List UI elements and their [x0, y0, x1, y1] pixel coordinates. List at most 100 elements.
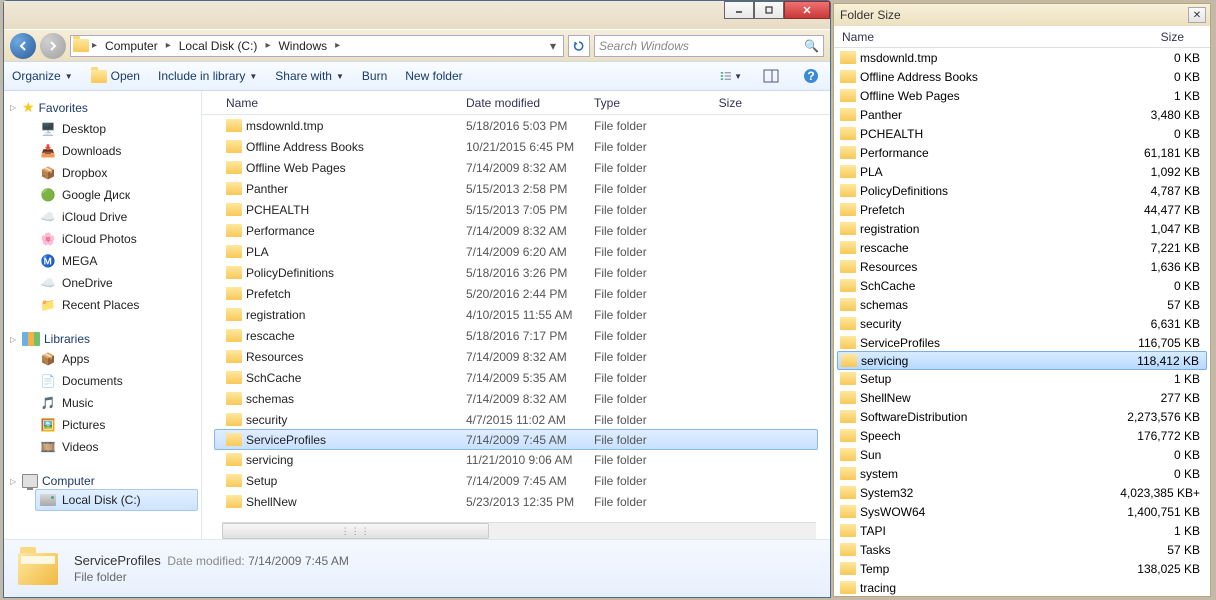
nav-item[interactable]: 🎞️Videos — [4, 436, 201, 458]
nav-item[interactable]: ☁️iCloud Drive — [4, 206, 201, 228]
foldersize-row[interactable]: Prefetch44,477 KB — [834, 200, 1210, 219]
nav-item[interactable]: Ⓜ️MEGA — [4, 250, 201, 272]
nav-item[interactable]: 🎵Music — [4, 392, 201, 414]
foldersize-row[interactable]: SoftwareDistribution2,273,576 KB — [834, 407, 1210, 426]
organize-menu[interactable]: Organize▼ — [12, 69, 73, 83]
foldersize-row[interactable]: Speech176,772 KB — [834, 426, 1210, 445]
foldersize-row[interactable]: System324,023,385 KB+ — [834, 483, 1210, 502]
foldersize-row[interactable]: Panther3,480 KB — [834, 105, 1210, 124]
search-input[interactable]: Search Windows 🔍 — [594, 35, 824, 57]
foldersize-row[interactable]: Resources1,636 KB — [834, 257, 1210, 276]
nav-item[interactable]: Local Disk (C:) — [35, 489, 198, 511]
breadcrumb[interactable]: ▸ Computer ▸ Local Disk (C:) ▸ Windows ▸… — [70, 35, 564, 57]
file-row[interactable]: Panther5/15/2013 2:58 PMFile folder — [202, 178, 830, 199]
minimize-button[interactable] — [724, 1, 754, 19]
help-button[interactable]: ? — [800, 68, 822, 84]
file-row[interactable]: PCHEALTH5/15/2013 7:05 PMFile folder — [202, 199, 830, 220]
foldersize-row[interactable]: schemas57 KB — [834, 295, 1210, 314]
foldersize-row[interactable]: msdownld.tmp0 KB — [834, 48, 1210, 67]
foldersize-headers[interactable]: Name Size — [834, 26, 1210, 48]
navigation-pane[interactable]: ★Favorites 🖥️Desktop📥Downloads📦Dropbox🟢G… — [4, 91, 202, 539]
file-row[interactable]: registration4/10/2015 11:55 AMFile folde… — [202, 304, 830, 325]
maximize-button[interactable] — [754, 1, 784, 19]
foldersize-row[interactable]: Performance61,181 KB — [834, 143, 1210, 162]
foldersize-title-bar[interactable]: Folder Size ✕ — [834, 4, 1210, 26]
breadcrumb-segment[interactable]: Local Disk (C:) — [174, 37, 263, 55]
foldersize-row[interactable]: SysWOW641,400,751 KB — [834, 502, 1210, 521]
file-row[interactable]: msdownld.tmp5/18/2016 5:03 PMFile folder — [202, 115, 830, 136]
file-row[interactable]: Prefetch5/20/2016 2:44 PMFile folder — [202, 283, 830, 304]
foldersize-row[interactable]: rescache7,221 KB — [834, 238, 1210, 257]
file-row[interactable]: Offline Web Pages7/14/2009 8:32 AMFile f… — [202, 157, 830, 178]
fs-column-name[interactable]: Name — [834, 30, 1092, 44]
nav-item[interactable]: 🌸iCloud Photos — [4, 228, 201, 250]
chevron-right-icon[interactable]: ▸ — [333, 40, 342, 51]
file-row[interactable]: Performance7/14/2009 8:32 AMFile folder — [202, 220, 830, 241]
file-row[interactable]: ShellNew5/23/2013 12:35 PMFile folder — [202, 491, 830, 512]
foldersize-row[interactable]: ShellNew277 KB — [834, 388, 1210, 407]
column-size[interactable]: Size — [688, 96, 748, 110]
include-library-menu[interactable]: Include in library▼ — [158, 69, 257, 83]
foldersize-row[interactable]: Offline Address Books0 KB — [834, 67, 1210, 86]
nav-item[interactable]: ☁️OneDrive — [4, 272, 201, 294]
chevron-right-icon[interactable]: ▸ — [263, 40, 272, 51]
file-row[interactable]: SchCache7/14/2009 5:35 AMFile folder — [202, 367, 830, 388]
horizontal-scrollbar[interactable]: ⋮⋮⋮ — [222, 522, 816, 539]
file-row[interactable]: PolicyDefinitions5/18/2016 3:26 PMFile f… — [202, 262, 830, 283]
foldersize-row[interactable]: Setup1 KB — [834, 369, 1210, 388]
foldersize-row[interactable]: registration1,047 KB — [834, 219, 1210, 238]
share-menu[interactable]: Share with▼ — [275, 69, 344, 83]
search-icon[interactable]: 🔍 — [804, 39, 819, 53]
file-row[interactable]: security4/7/2015 11:02 AMFile folder — [202, 409, 830, 430]
nav-item[interactable]: 📦Apps — [4, 348, 201, 370]
foldersize-row[interactable]: ServiceProfiles116,705 KB — [834, 333, 1210, 352]
file-row[interactable]: servicing11/21/2010 9:06 AMFile folder — [202, 449, 830, 470]
refresh-button[interactable] — [568, 35, 590, 57]
nav-item[interactable]: 🟢Google Диск — [4, 184, 201, 206]
foldersize-row[interactable]: security6,631 KB — [834, 314, 1210, 333]
nav-item[interactable]: 🖼️Pictures — [4, 414, 201, 436]
breadcrumb-segment[interactable]: Windows — [273, 37, 332, 55]
computer-header[interactable]: Computer — [4, 472, 201, 490]
file-row[interactable]: rescache5/18/2016 7:17 PMFile folder — [202, 325, 830, 346]
favorites-header[interactable]: ★Favorites — [4, 97, 201, 118]
foldersize-row[interactable]: system0 KB — [834, 464, 1210, 483]
foldersize-row[interactable]: PCHEALTH0 KB — [834, 124, 1210, 143]
nav-item[interactable]: 🖥️Desktop — [4, 118, 201, 140]
column-name[interactable]: Name — [220, 96, 460, 110]
file-row[interactable]: PLA7/14/2009 6:20 AMFile folder — [202, 241, 830, 262]
nav-item[interactable]: 📦Dropbox — [4, 162, 201, 184]
foldersize-list[interactable]: msdownld.tmp0 KBOffline Address Books0 K… — [834, 48, 1210, 596]
foldersize-row[interactable]: Tasks57 KB — [834, 540, 1210, 559]
close-button[interactable] — [784, 1, 830, 19]
nav-item[interactable]: 📄Documents — [4, 370, 201, 392]
scrollbar-thumb[interactable]: ⋮⋮⋮ — [222, 523, 489, 539]
foldersize-row[interactable]: Sun0 KB — [834, 445, 1210, 464]
file-row[interactable]: ServiceProfiles7/14/2009 7:45 AMFile fol… — [214, 429, 818, 450]
libraries-header[interactable]: Libraries — [4, 330, 201, 348]
column-headers[interactable]: Name Date modified Type Size — [202, 91, 830, 115]
file-list[interactable]: msdownld.tmp5/18/2016 5:03 PMFile folder… — [202, 115, 830, 522]
foldersize-row[interactable]: TAPI1 KB — [834, 521, 1210, 540]
back-button[interactable] — [10, 33, 36, 59]
nav-item[interactable]: 📁Recent Places — [4, 294, 201, 316]
foldersize-row[interactable]: SchCache0 KB — [834, 276, 1210, 295]
foldersize-row[interactable]: Offline Web Pages1 KB — [834, 86, 1210, 105]
burn-button[interactable]: Burn — [362, 69, 387, 83]
breadcrumb-segment[interactable]: Computer — [100, 37, 163, 55]
foldersize-row[interactable]: servicing118,412 KB — [837, 351, 1207, 370]
new-folder-button[interactable]: New folder — [405, 69, 462, 83]
view-options-button[interactable]: ▼ — [720, 69, 742, 83]
breadcrumb-dropdown[interactable]: ▾ — [545, 39, 561, 53]
column-date[interactable]: Date modified — [460, 96, 588, 110]
file-row[interactable]: Offline Address Books10/21/2015 6:45 PMF… — [202, 136, 830, 157]
title-bar[interactable] — [4, 1, 830, 29]
foldersize-row[interactable]: tracing — [834, 578, 1210, 596]
file-row[interactable]: Resources7/14/2009 8:32 AMFile folder — [202, 346, 830, 367]
nav-item[interactable]: 📥Downloads — [4, 140, 201, 162]
file-row[interactable]: Setup7/14/2009 7:45 AMFile folder — [202, 470, 830, 491]
foldersize-row[interactable]: Temp138,025 KB — [834, 559, 1210, 578]
column-type[interactable]: Type — [588, 96, 688, 110]
chevron-right-icon[interactable]: ▸ — [90, 40, 99, 51]
forward-button[interactable] — [40, 33, 66, 59]
